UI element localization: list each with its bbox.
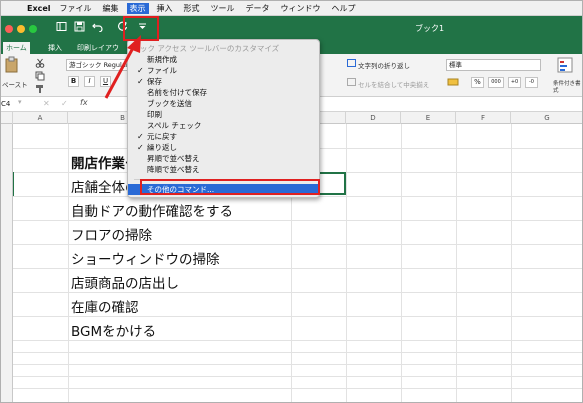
annotation-arrow-icon <box>104 35 141 99</box>
excel-window: Excel ファイル 編集 表示 挿入 形式 ツール データ ウィンドウ ヘルプ… <box>0 0 583 403</box>
